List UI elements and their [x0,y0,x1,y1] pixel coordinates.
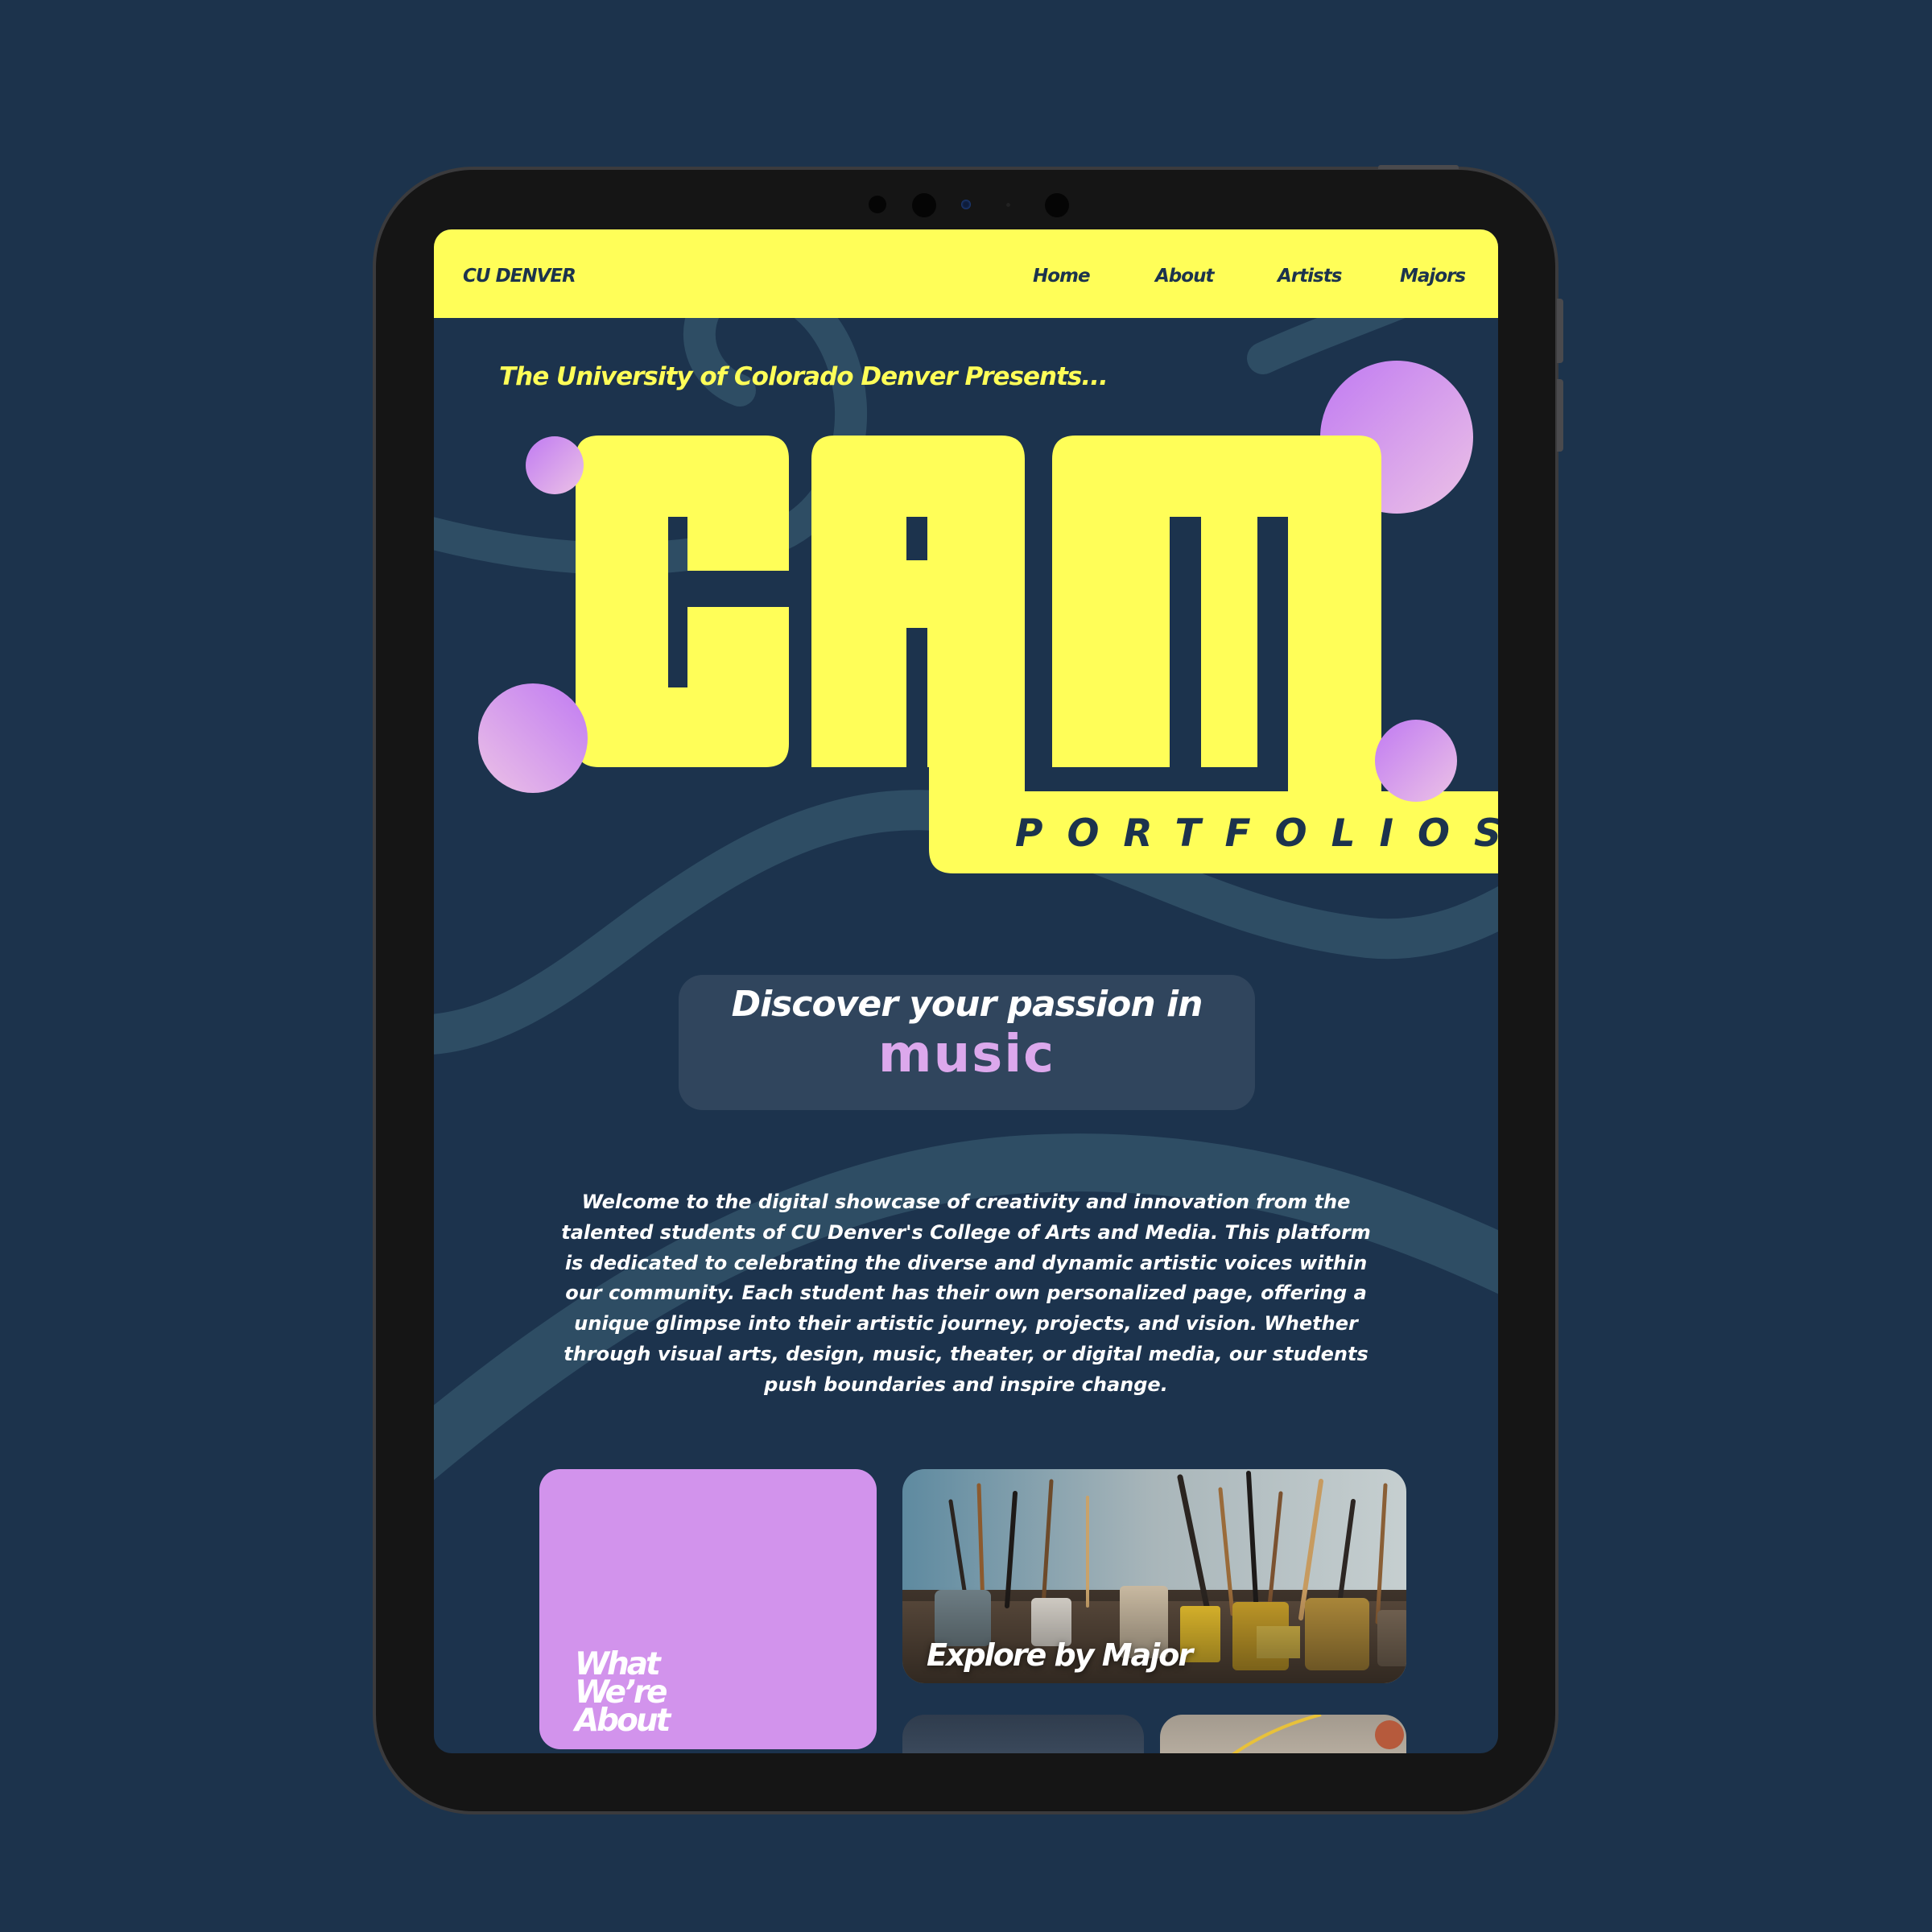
decor-bubble-medium [478,683,588,793]
screen: CU DENVER Home About Artists Majors The … [434,229,1498,1753]
volume-up-button [1557,299,1563,363]
about-title-line: About [575,1703,671,1739]
what-were-about-card[interactable]: What We’re About [539,1469,877,1749]
discover-panel: Discover your passion in music [679,975,1255,1110]
camera-lens-icon [1045,193,1069,217]
explore-by-major-card[interactable]: Explore by Major [902,1469,1406,1683]
logo-letter-c [576,436,789,767]
volume-down-button [1557,379,1563,452]
discover-rotating-word: music [877,1025,1056,1084]
sensor-icon [961,200,971,209]
explore-by-major-title: Explore by Major [927,1637,1193,1673]
preview-card-image [1232,1715,1404,1753]
welcome-paragraph: Welcome to the digital showcase of creat… [561,1191,1371,1396]
camera-lens-icon [869,196,886,213]
preview-card-right[interactable] [1160,1715,1406,1753]
discover-heading: Discover your passion in [731,984,1203,1025]
hero-portfolios-label: PORTFOLIOS [1015,811,1498,856]
camera-lens-icon [912,193,936,217]
cam-logo [478,361,1498,873]
preview-card-left[interactable] [902,1715,1144,1753]
decor-bubble-right [1375,720,1457,802]
camera-array [376,189,1555,221]
power-button [1378,165,1459,169]
decor-bubble-small [526,436,584,494]
what-were-about-title: What We’re About [575,1649,784,1739]
sensor-dot-icon [1006,203,1010,207]
